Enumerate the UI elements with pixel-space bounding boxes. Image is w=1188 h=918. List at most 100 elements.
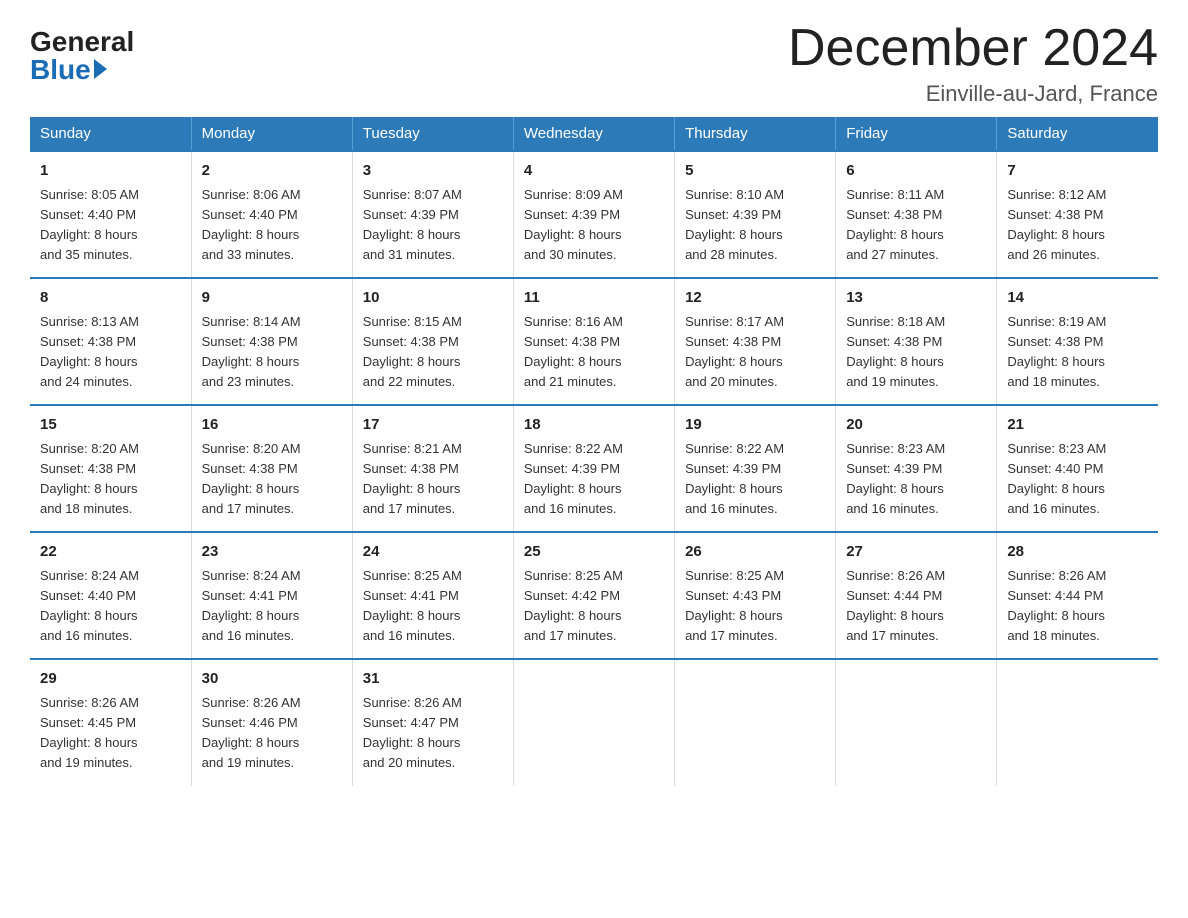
calendar-week-row: 29Sunrise: 8:26 AM Sunset: 4:45 PM Dayli…: [30, 659, 1158, 785]
day-number: 14: [1007, 287, 1148, 310]
day-number: 13: [846, 287, 986, 310]
calendar-cell: 3Sunrise: 8:07 AM Sunset: 4:39 PM Daylig…: [352, 151, 513, 278]
day-info: Sunrise: 8:09 AM Sunset: 4:39 PM Dayligh…: [524, 185, 664, 266]
day-info: Sunrise: 8:12 AM Sunset: 4:38 PM Dayligh…: [1007, 185, 1148, 266]
calendar-header-saturday: Saturday: [997, 117, 1158, 151]
day-number: 22: [40, 541, 181, 564]
day-number: 12: [685, 287, 825, 310]
logo-arrow-icon: [94, 59, 107, 79]
day-number: 3: [363, 160, 503, 183]
title-block: December 2024 Einville-au-Jard, France: [788, 20, 1158, 107]
day-number: 18: [524, 414, 664, 437]
logo-general: General: [30, 28, 134, 56]
day-number: 17: [363, 414, 503, 437]
calendar-cell: 6Sunrise: 8:11 AM Sunset: 4:38 PM Daylig…: [836, 151, 997, 278]
page-header: General Blue December 2024 Einville-au-J…: [30, 20, 1158, 107]
calendar-header-row: SundayMondayTuesdayWednesdayThursdayFrid…: [30, 117, 1158, 151]
day-number: 6: [846, 160, 986, 183]
day-info: Sunrise: 8:22 AM Sunset: 4:39 PM Dayligh…: [524, 439, 664, 520]
calendar-cell: 23Sunrise: 8:24 AM Sunset: 4:41 PM Dayli…: [191, 532, 352, 659]
day-number: 27: [846, 541, 986, 564]
day-info: Sunrise: 8:21 AM Sunset: 4:38 PM Dayligh…: [363, 439, 503, 520]
day-info: Sunrise: 8:14 AM Sunset: 4:38 PM Dayligh…: [202, 312, 342, 393]
day-number: 9: [202, 287, 342, 310]
calendar-header-sunday: Sunday: [30, 117, 191, 151]
day-number: 28: [1007, 541, 1148, 564]
calendar-week-row: 22Sunrise: 8:24 AM Sunset: 4:40 PM Dayli…: [30, 532, 1158, 659]
calendar-cell: 21Sunrise: 8:23 AM Sunset: 4:40 PM Dayli…: [997, 405, 1158, 532]
day-number: 24: [363, 541, 503, 564]
calendar-cell: [513, 659, 674, 785]
day-info: Sunrise: 8:16 AM Sunset: 4:38 PM Dayligh…: [524, 312, 664, 393]
calendar-cell: 20Sunrise: 8:23 AM Sunset: 4:39 PM Dayli…: [836, 405, 997, 532]
calendar-cell: 8Sunrise: 8:13 AM Sunset: 4:38 PM Daylig…: [30, 278, 191, 405]
day-number: 26: [685, 541, 825, 564]
day-info: Sunrise: 8:15 AM Sunset: 4:38 PM Dayligh…: [363, 312, 503, 393]
day-number: 25: [524, 541, 664, 564]
day-info: Sunrise: 8:26 AM Sunset: 4:46 PM Dayligh…: [202, 693, 342, 774]
day-info: Sunrise: 8:19 AM Sunset: 4:38 PM Dayligh…: [1007, 312, 1148, 393]
day-number: 30: [202, 668, 342, 691]
day-info: Sunrise: 8:20 AM Sunset: 4:38 PM Dayligh…: [40, 439, 181, 520]
calendar-cell: 13Sunrise: 8:18 AM Sunset: 4:38 PM Dayli…: [836, 278, 997, 405]
day-info: Sunrise: 8:25 AM Sunset: 4:41 PM Dayligh…: [363, 566, 503, 647]
calendar-cell: 16Sunrise: 8:20 AM Sunset: 4:38 PM Dayli…: [191, 405, 352, 532]
day-info: Sunrise: 8:25 AM Sunset: 4:43 PM Dayligh…: [685, 566, 825, 647]
day-number: 7: [1007, 160, 1148, 183]
calendar-cell: 15Sunrise: 8:20 AM Sunset: 4:38 PM Dayli…: [30, 405, 191, 532]
day-info: Sunrise: 8:10 AM Sunset: 4:39 PM Dayligh…: [685, 185, 825, 266]
calendar-week-row: 8Sunrise: 8:13 AM Sunset: 4:38 PM Daylig…: [30, 278, 1158, 405]
calendar-cell: 11Sunrise: 8:16 AM Sunset: 4:38 PM Dayli…: [513, 278, 674, 405]
calendar-cell: 29Sunrise: 8:26 AM Sunset: 4:45 PM Dayli…: [30, 659, 191, 785]
calendar-cell: 9Sunrise: 8:14 AM Sunset: 4:38 PM Daylig…: [191, 278, 352, 405]
calendar-header-friday: Friday: [836, 117, 997, 151]
calendar-cell: 18Sunrise: 8:22 AM Sunset: 4:39 PM Dayli…: [513, 405, 674, 532]
day-info: Sunrise: 8:11 AM Sunset: 4:38 PM Dayligh…: [846, 185, 986, 266]
calendar-cell: 22Sunrise: 8:24 AM Sunset: 4:40 PM Dayli…: [30, 532, 191, 659]
logo-blue: Blue: [30, 56, 107, 84]
day-number: 29: [40, 668, 181, 691]
day-number: 4: [524, 160, 664, 183]
day-number: 11: [524, 287, 664, 310]
calendar-cell: 31Sunrise: 8:26 AM Sunset: 4:47 PM Dayli…: [352, 659, 513, 785]
calendar-cell: [675, 659, 836, 785]
day-info: Sunrise: 8:24 AM Sunset: 4:40 PM Dayligh…: [40, 566, 181, 647]
day-number: 21: [1007, 414, 1148, 437]
day-number: 1: [40, 160, 181, 183]
day-number: 8: [40, 287, 181, 310]
day-number: 20: [846, 414, 986, 437]
calendar-cell: 19Sunrise: 8:22 AM Sunset: 4:39 PM Dayli…: [675, 405, 836, 532]
calendar-cell: 10Sunrise: 8:15 AM Sunset: 4:38 PM Dayli…: [352, 278, 513, 405]
day-info: Sunrise: 8:05 AM Sunset: 4:40 PM Dayligh…: [40, 185, 181, 266]
day-info: Sunrise: 8:23 AM Sunset: 4:39 PM Dayligh…: [846, 439, 986, 520]
calendar-cell: 4Sunrise: 8:09 AM Sunset: 4:39 PM Daylig…: [513, 151, 674, 278]
location: Einville-au-Jard, France: [788, 81, 1158, 107]
calendar-header-wednesday: Wednesday: [513, 117, 674, 151]
day-number: 2: [202, 160, 342, 183]
day-info: Sunrise: 8:26 AM Sunset: 4:44 PM Dayligh…: [846, 566, 986, 647]
calendar-cell: 30Sunrise: 8:26 AM Sunset: 4:46 PM Dayli…: [191, 659, 352, 785]
day-info: Sunrise: 8:24 AM Sunset: 4:41 PM Dayligh…: [202, 566, 342, 647]
day-number: 10: [363, 287, 503, 310]
day-info: Sunrise: 8:07 AM Sunset: 4:39 PM Dayligh…: [363, 185, 503, 266]
calendar-cell: 28Sunrise: 8:26 AM Sunset: 4:44 PM Dayli…: [997, 532, 1158, 659]
logo: General Blue: [30, 28, 134, 84]
day-info: Sunrise: 8:13 AM Sunset: 4:38 PM Dayligh…: [40, 312, 181, 393]
calendar-header-thursday: Thursday: [675, 117, 836, 151]
calendar-cell: [997, 659, 1158, 785]
day-info: Sunrise: 8:26 AM Sunset: 4:45 PM Dayligh…: [40, 693, 181, 774]
calendar-cell: 25Sunrise: 8:25 AM Sunset: 4:42 PM Dayli…: [513, 532, 674, 659]
calendar-cell: 7Sunrise: 8:12 AM Sunset: 4:38 PM Daylig…: [997, 151, 1158, 278]
calendar-table: SundayMondayTuesdayWednesdayThursdayFrid…: [30, 117, 1158, 785]
calendar-cell: 12Sunrise: 8:17 AM Sunset: 4:38 PM Dayli…: [675, 278, 836, 405]
calendar-cell: 5Sunrise: 8:10 AM Sunset: 4:39 PM Daylig…: [675, 151, 836, 278]
day-number: 19: [685, 414, 825, 437]
day-info: Sunrise: 8:22 AM Sunset: 4:39 PM Dayligh…: [685, 439, 825, 520]
day-number: 31: [363, 668, 503, 691]
month-title: December 2024: [788, 20, 1158, 77]
calendar-week-row: 1Sunrise: 8:05 AM Sunset: 4:40 PM Daylig…: [30, 151, 1158, 278]
day-number: 23: [202, 541, 342, 564]
day-info: Sunrise: 8:20 AM Sunset: 4:38 PM Dayligh…: [202, 439, 342, 520]
calendar-cell: 1Sunrise: 8:05 AM Sunset: 4:40 PM Daylig…: [30, 151, 191, 278]
day-number: 15: [40, 414, 181, 437]
